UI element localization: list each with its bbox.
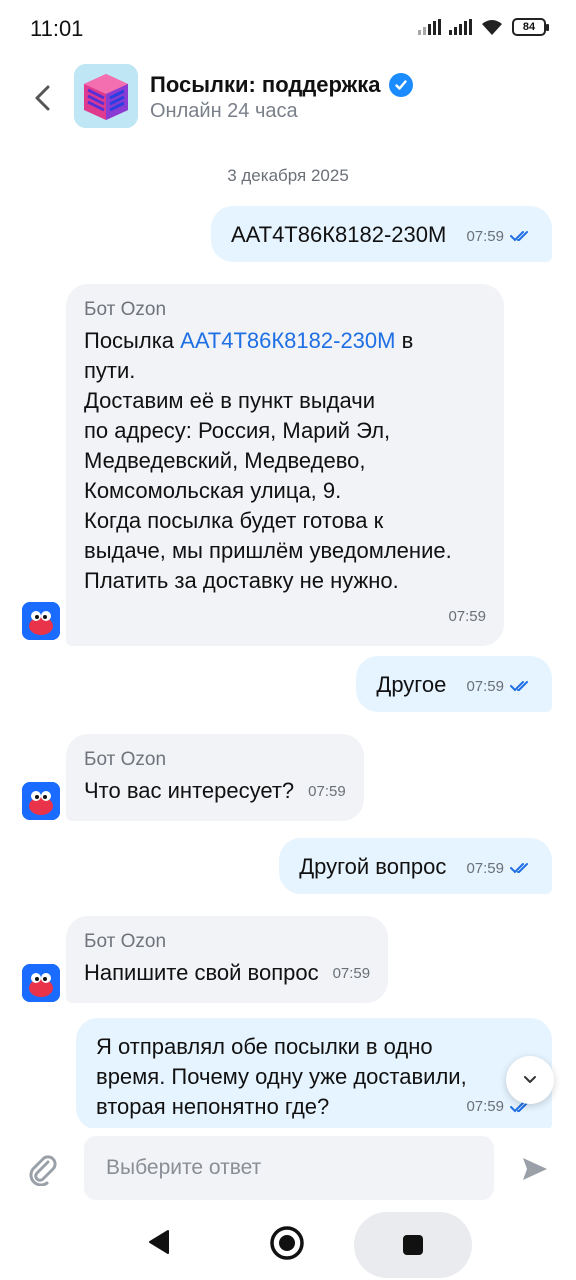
message-line: по адресу: Россия, Марий Эл, — [84, 418, 391, 443]
chat-header: Посылки: поддержка Онлайн 24 часа — [0, 60, 576, 136]
message-line: пути. — [84, 358, 136, 383]
chat-title-row: Посылки: поддержка — [150, 72, 413, 98]
message-sender: Бот Ozon — [84, 749, 167, 770]
bot-avatar[interactable] — [22, 602, 60, 640]
parcel-box-icon — [74, 64, 138, 128]
signal-icon-2 — [449, 19, 472, 35]
message-text: Что вас интересует? — [84, 778, 295, 803]
outgoing-message[interactable]: Я отправлял обе посылки в одно время. По… — [76, 1018, 552, 1130]
message-line: Комсомольская улица, 9. — [84, 478, 342, 503]
message-line: Доставим её в пункт выдачи — [84, 388, 376, 413]
message-meta: 07:59 — [466, 228, 532, 245]
square-recents-icon — [403, 1235, 423, 1255]
incoming-message[interactable]: Бот Ozon Что вас интересует? 07:59 — [66, 734, 364, 822]
outgoing-message[interactable]: Другой вопрос 07:59 — [279, 838, 552, 894]
reply-input[interactable]: Выберите ответ — [84, 1136, 494, 1200]
circle-home-icon — [270, 1226, 304, 1260]
send-button[interactable] — [520, 1154, 550, 1184]
message-meta: 07:59 — [466, 678, 532, 695]
battery-icon: 84 — [512, 18, 549, 36]
message-text-part: в — [395, 328, 414, 353]
chevron-left-icon — [35, 85, 50, 111]
signal-icon — [418, 19, 441, 35]
paperclip-icon — [29, 1155, 57, 1187]
tracking-link[interactable]: ААТ4Т86К8182-230М — [180, 328, 395, 353]
message-text: Напишите свой вопрос — [84, 960, 319, 985]
attach-button[interactable] — [26, 1152, 60, 1187]
message-text: Другое — [376, 672, 447, 697]
nav-back-button[interactable] — [146, 1228, 172, 1261]
message-sender: Бот Ozon — [84, 931, 167, 952]
message-text-part: Посылка — [84, 328, 181, 353]
message-text: Другой вопрос — [299, 854, 447, 879]
message-time: 07:59 — [466, 859, 504, 877]
wifi-icon — [482, 20, 502, 35]
message-line: Медведевский, Медведево, — [84, 448, 366, 473]
message-last-line: вторая непонятно где? 07:59 — [96, 1092, 532, 1122]
message-line: время. Почему одну уже доставили, — [96, 1064, 467, 1089]
status-time: 11:01 — [30, 16, 84, 41]
triangle-back-icon — [149, 1230, 169, 1254]
chat-subtitle: Онлайн 24 часа — [150, 100, 298, 122]
date-separator: 3 декабря 2025 — [227, 166, 349, 185]
bot-avatar[interactable] — [22, 964, 60, 1002]
scroll-down-button[interactable] — [506, 1056, 554, 1104]
bot-avatar[interactable] — [22, 782, 60, 820]
incoming-message[interactable]: Бот Ozon Посылка ААТ4Т86К8182-230М в пут… — [66, 284, 504, 646]
status-icons: 84 — [418, 18, 549, 36]
chat-avatar[interactable] — [74, 64, 138, 128]
status-bar: 11:01 84 — [0, 0, 576, 56]
bot-mascot-icon — [22, 782, 60, 820]
input-bar: Выберите ответ — [0, 1128, 576, 1208]
message-time: 07:59 — [466, 677, 504, 695]
double-check-icon — [510, 863, 528, 874]
message-time: 07:59 — [448, 608, 486, 625]
bot-mascot-icon — [22, 602, 60, 640]
message-line: выдаче, мы пришлём уведомление. — [84, 538, 452, 563]
reply-input-placeholder: Выберите ответ — [106, 1156, 262, 1179]
message-line: вторая непонятно где? — [96, 1094, 330, 1119]
nav-recents-button[interactable] — [354, 1212, 472, 1278]
outgoing-message[interactable]: Другое 07:59 — [356, 656, 552, 712]
message-time: 07:59 — [308, 783, 346, 801]
message-time: 07:59 — [466, 1098, 504, 1115]
message-text: Посылка ААТ4Т86К8182-230М в — [84, 326, 486, 356]
message-meta: 07:59 — [466, 860, 532, 877]
message-body: Что вас интересует? 07:59 — [84, 776, 346, 807]
message-time: 07:59 — [466, 227, 504, 245]
message-body: Напишите свой вопрос 07:59 — [84, 958, 370, 989]
back-button[interactable] — [24, 78, 60, 118]
incoming-message[interactable]: Бот Ozon Напишите свой вопрос 07:59 — [66, 916, 389, 1004]
nav-home-button[interactable] — [268, 1224, 306, 1262]
message-line: Я отправлял обе посылки в одно — [96, 1034, 433, 1059]
send-icon — [523, 1158, 547, 1180]
message-sender: Бот Ozon — [84, 299, 167, 320]
verified-icon — [388, 73, 413, 97]
message-line: Платить за доставку не нужно. — [84, 568, 399, 593]
double-check-icon — [510, 231, 528, 242]
message-text: ААТ4Т86К8182-230М — [231, 222, 447, 247]
bot-mascot-icon — [22, 964, 60, 1002]
outgoing-message[interactable]: ААТ4Т86К8182-230М 07:59 — [211, 206, 552, 262]
chat-title: Посылки: поддержка — [150, 72, 381, 97]
system-nav-bar — [0, 1208, 576, 1280]
chevron-down-icon — [524, 1076, 536, 1083]
double-check-icon — [510, 681, 528, 692]
message-line: Когда посылка будет готова к — [84, 508, 384, 533]
message-time: 07:59 — [332, 965, 371, 983]
